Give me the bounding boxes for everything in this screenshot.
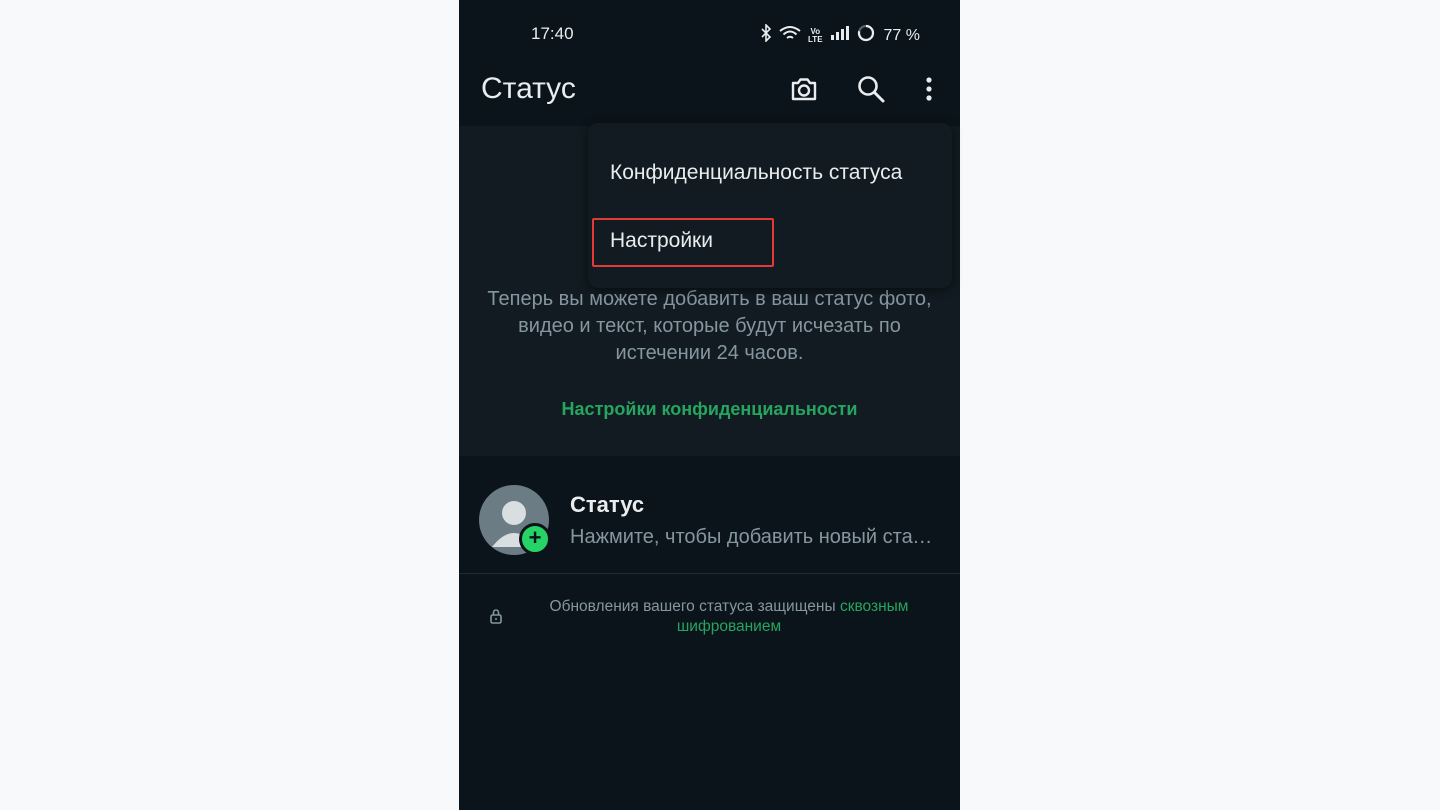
promo-text: Теперь вы можете добавить в ваш статус ф… <box>487 288 932 364</box>
status-time: 17:40 <box>531 24 574 43</box>
my-status-subtitle: Нажмите, чтобы добавить новый статус <box>570 526 940 548</box>
lock-icon <box>489 608 503 629</box>
page-title: Статус <box>481 72 576 105</box>
encryption-text: Обновления вашего статуса защищены сквоз… <box>549 598 909 635</box>
add-status-badge[interactable]: + <box>519 523 551 555</box>
volte-icon: Vo LTE <box>808 26 823 44</box>
my-status-row[interactable]: + Статус Нажмите, чтобы добавить новый с… <box>459 457 960 573</box>
more-vert-icon[interactable] <box>912 72 946 106</box>
status-icons: Vo LTE 77 % <box>760 23 920 47</box>
menu-item-status-privacy[interactable]: Конфиденциальность статуса <box>610 161 902 185</box>
status-bar: 17:40 Vo LTE 77 % <box>459 0 960 66</box>
divider <box>459 573 960 574</box>
my-status-title: Статус <box>570 492 645 517</box>
wifi-icon <box>779 25 801 46</box>
phone-screen: 17:40 Vo LTE 77 % Статус Теперь вы может… <box>459 0 960 810</box>
camera-icon[interactable] <box>787 72 821 106</box>
bluetooth-icon <box>760 23 772 47</box>
privacy-settings-link[interactable]: Настройки конфиденциальности <box>459 399 960 420</box>
battery-percent: 77 % <box>883 26 920 44</box>
search-icon[interactable] <box>854 72 888 106</box>
signal-icon <box>830 25 850 46</box>
highlight-box <box>592 218 774 267</box>
app-bar: Статус <box>459 66 960 126</box>
battery-icon <box>857 24 875 47</box>
encryption-notice: Обновления вашего статуса защищены сквоз… <box>459 594 960 644</box>
